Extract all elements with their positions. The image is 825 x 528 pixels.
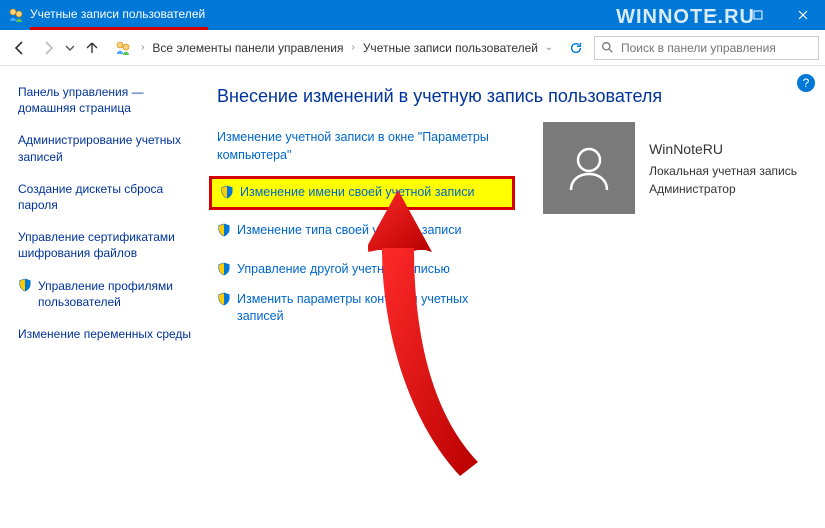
sidebar-item-env-vars[interactable]: Изменение переменных среды [18,326,195,342]
task-change-account-name[interactable]: Изменение имени своей учетной записи [209,176,515,210]
search-input[interactable] [619,41,818,55]
recent-locations-button[interactable] [62,34,78,62]
sidebar-item-label: Панель управления — домашняя страница [18,85,144,115]
task-list: Изменение учетной записи в окне "Парамет… [217,129,507,326]
breadcrumb-root[interactable]: Все элементы панели управления [150,39,345,57]
task-change-uac[interactable]: Изменить параметры контроля учетных запи… [217,291,507,326]
search-icon [595,41,619,54]
user-name: WinNoteRU [649,139,797,160]
sidebar-item-label: Управление профилями пользователей [38,278,195,310]
user-role: Администратор [649,180,797,198]
task-label: Управление другой учетной записью [237,261,450,279]
shield-icon [217,223,231,237]
user-accounts-icon [8,7,24,23]
user-card: WinNoteRU Локальная учетная запись Админ… [543,122,797,214]
chevron-right-icon: › [345,42,360,53]
window-title: Учетные записи пользователей [30,7,205,23]
up-button[interactable] [78,34,106,62]
navbar: › Все элементы панели управления › Учетн… [0,30,825,66]
refresh-button[interactable] [562,36,590,60]
task-manage-other-account[interactable]: Управление другой учетной записью [217,261,507,279]
sidebar-item-label: Изменение переменных среды [18,327,191,341]
shield-icon [217,292,231,306]
task-label: Изменение типа своей учетной записи [237,222,461,240]
sidebar: Панель управления — домашняя страница Ад… [0,66,205,528]
sidebar-item-admin-accounts[interactable]: Администрирование учетных записей [18,132,195,164]
sidebar-item-label: Управление сертификатами шифрования файл… [18,230,175,260]
task-label: Изменение имени своей учетной записи [240,184,474,202]
avatar [543,122,635,214]
sidebar-item-label: Создание дискеты сброса пароля [18,182,163,212]
close-button[interactable] [780,0,825,30]
sidebar-item-profiles[interactable]: Управление профилями пользователей [18,278,195,310]
back-button[interactable] [6,34,34,62]
chevron-down-icon[interactable]: ⌄ [541,42,557,53]
search-box[interactable] [594,36,819,60]
user-accounts-icon [115,40,131,56]
task-change-account-type[interactable]: Изменение типа своей учетной записи [217,222,507,240]
sidebar-item-label: Администрирование учетных записей [18,133,181,163]
user-account-type: Локальная учетная запись [649,162,797,180]
chevron-right-icon: › [135,42,150,53]
main-panel: Внесение изменений в учетную запись поль… [205,66,825,528]
forward-button[interactable] [34,34,62,62]
sidebar-item-home[interactable]: Панель управления — домашняя страница [18,84,195,116]
page-heading: Внесение изменений в учетную запись поль… [217,86,805,107]
user-info: WinNoteRU Локальная учетная запись Админ… [649,139,797,198]
title-underline-annotation [30,27,208,30]
watermark: WINNOTE.RU [616,6,755,29]
task-label: Изменить параметры контроля учетных запи… [237,291,507,326]
breadcrumb-current[interactable]: Учетные записи пользователей [361,39,540,57]
task-label: Изменение учетной записи в окне "Парамет… [217,129,507,164]
address-bar[interactable]: › Все элементы панели управления › Учетн… [106,36,562,60]
sidebar-item-reset-disk[interactable]: Создание дискеты сброса пароля [18,181,195,213]
content-area: ? Панель управления — домашняя страница … [0,66,825,528]
task-change-in-settings[interactable]: Изменение учетной записи в окне "Парамет… [217,129,507,164]
shield-icon [18,278,32,310]
shield-icon [217,262,231,276]
shield-icon [220,185,234,199]
sidebar-item-certificates[interactable]: Управление сертификатами шифрования файл… [18,229,195,261]
